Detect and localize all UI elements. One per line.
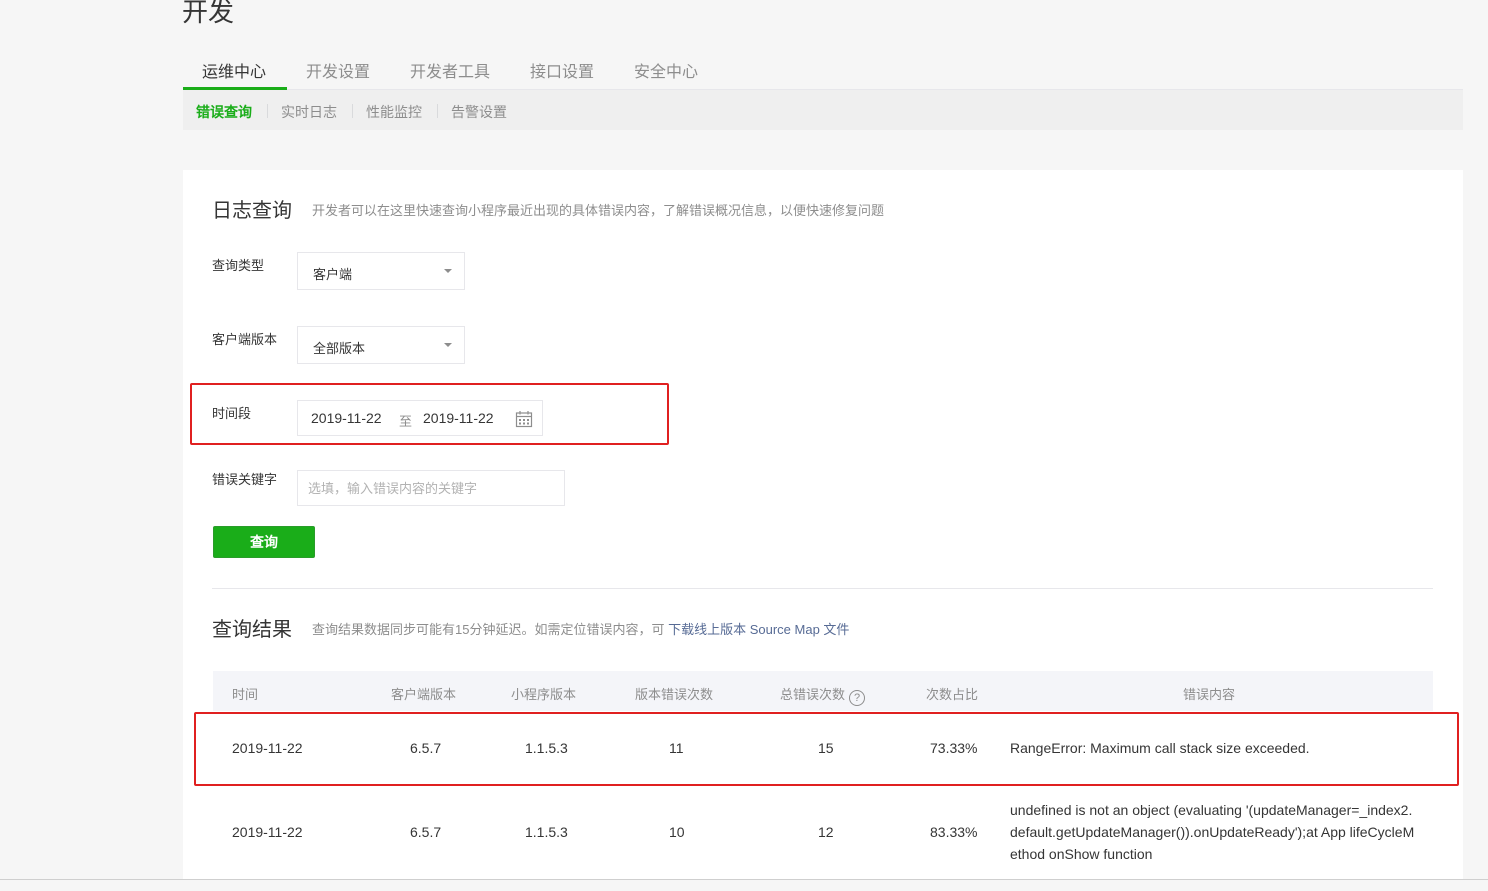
client-version-value: 全部版本 — [313, 341, 366, 356]
row-divider — [213, 784, 1433, 785]
subtab-divider — [267, 104, 268, 118]
tab-dev-settings[interactable]: 开发设置 — [306, 58, 370, 82]
tab-ops-center[interactable]: 运维中心 — [202, 58, 266, 82]
calendar-icon[interactable] — [515, 410, 533, 428]
row-version-errors: 11 — [669, 740, 684, 756]
time-range-label: 时间段 — [212, 406, 252, 421]
query-button[interactable]: 查询 — [213, 526, 315, 558]
row-error-content: undefined is not an object (evaluating '… — [1010, 802, 1415, 862]
query-type-select[interactable]: 客户端 — [297, 252, 465, 290]
column-header-client-version: 客户端版本 — [391, 687, 457, 702]
end-date[interactable]: 2019-11-22 — [423, 410, 494, 426]
subtab-alert-settings[interactable]: 告警设置 — [451, 102, 507, 122]
column-header-total-errors: 总错误次数? — [780, 684, 866, 706]
tab-dev-tools[interactable]: 开发者工具 — [410, 58, 490, 82]
client-version-select[interactable]: 全部版本 — [297, 326, 465, 364]
row-app-version: 1.1.5.3 — [525, 740, 568, 756]
subtab-divider — [437, 104, 438, 118]
tab-api-settings[interactable]: 接口设置 — [530, 58, 594, 82]
column-header-app-version: 小程序版本 — [511, 687, 577, 702]
keyword-input[interactable] — [297, 470, 565, 506]
tab-security-center[interactable]: 安全中心 — [634, 58, 698, 82]
secondary-tabs: 错误查询 实时日志 性能监控 告警设置 — [183, 90, 1463, 130]
table-header: 时间 客户端版本 小程序版本 版本错误次数 总错误次数? 次数占比 错误内容 — [213, 671, 1433, 711]
row-version-errors: 10 — [669, 824, 685, 840]
chevron-down-icon — [444, 343, 452, 347]
primary-tabs: 运维中心 开发设置 开发者工具 接口设置 安全中心 — [183, 50, 1463, 90]
date-range-picker[interactable]: 2019-11-22 至 2019-11-22 — [297, 400, 543, 436]
start-date[interactable]: 2019-11-22 — [311, 410, 382, 426]
column-header-version-errors: 版本错误次数 — [635, 687, 714, 702]
chevron-down-icon — [444, 269, 452, 273]
keyword-label: 错误关键字 — [212, 472, 278, 487]
column-header-ratio: 次数占比 — [926, 687, 979, 702]
row-total-errors: 15 — [818, 740, 834, 756]
results-description: 查询结果数据同步可能有15分钟延迟。如需定位错误内容，可 下载线上版本 Sour… — [312, 619, 849, 638]
log-query-description: 开发者可以在这里快速查询小程序最近出现的具体错误内容，了解错误概况信息，以便快速… — [312, 203, 885, 218]
client-version-label: 客户端版本 — [212, 332, 278, 347]
page-title: 开发 — [182, 0, 235, 27]
column-header-time: 时间 — [232, 687, 259, 702]
column-header-content: 错误内容 — [1183, 687, 1236, 702]
row-time: 2019-11-22 — [232, 824, 303, 840]
results-description-text: 查询结果数据同步可能有15分钟延迟。如需定位错误内容，可 — [312, 622, 665, 637]
row-error-content: RangeError: Maximum call stack size exce… — [1010, 740, 1310, 756]
query-type-label: 查询类型 — [212, 258, 265, 273]
row-total-errors: 12 — [818, 824, 834, 840]
subtab-divider — [352, 104, 353, 118]
subtab-performance[interactable]: 性能监控 — [366, 102, 422, 122]
date-separator: 至 — [399, 414, 413, 429]
row-ratio: 73.33% — [930, 740, 978, 756]
row-app-version: 1.1.5.3 — [525, 824, 568, 840]
bottom-edge — [0, 879, 1488, 891]
row-ratio: 83.33% — [930, 824, 978, 840]
help-icon[interactable]: ? — [849, 690, 866, 706]
column-header-total-errors-label: 总错误次数 — [780, 687, 846, 702]
subtab-error-query[interactable]: 错误查询 — [196, 102, 252, 122]
log-query-title: 日志查询 — [212, 200, 292, 222]
query-type-value: 客户端 — [313, 267, 353, 282]
results-title: 查询结果 — [212, 619, 292, 641]
row-client-version: 6.5.7 — [410, 824, 442, 840]
section-divider — [212, 588, 1433, 589]
subtab-realtime-log[interactable]: 实时日志 — [281, 102, 337, 122]
row-time: 2019-11-22 — [232, 740, 303, 756]
row-client-version: 6.5.7 — [410, 740, 442, 756]
download-sourcemap-link[interactable]: 下载线上版本 Source Map 文件 — [668, 622, 849, 637]
